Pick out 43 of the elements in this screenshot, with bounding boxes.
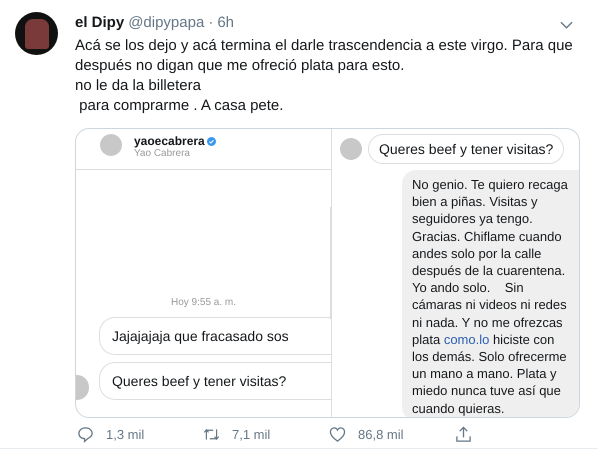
verified-badge-icon	[206, 136, 216, 146]
tweet-text: no le da la billetera	[75, 76, 202, 96]
message-bubble: Queres beef y tener visitas?	[368, 134, 564, 164]
message-text: andes solo por la calle	[412, 244, 542, 262]
message-text: No genio. Te quiero recaga	[412, 176, 569, 194]
message-text: miedo nunca tuve así que	[412, 382, 562, 400]
timestamp: Hoy 9:55 a. m.	[170, 297, 238, 308]
message-bubble: Queres beef y tener visitas?	[99, 362, 331, 400]
avatar	[76, 375, 89, 400]
tweet-time[interactable]: 6h	[217, 14, 234, 31]
avatar[interactable]	[15, 12, 58, 55]
action-count: 1,3 mil	[106, 427, 144, 442]
message-text: Yo ando solo. Sin	[412, 279, 525, 296]
message-text: ni nada. Y no me ofrezcas	[412, 314, 564, 331]
message-text: después de la cuarentena.	[412, 262, 566, 280]
message-text: cuando quieras.	[412, 400, 506, 417]
message-text: Gracias. Chiflame cuando	[412, 228, 563, 245]
full-name: Yao Cabrera	[134, 148, 191, 159]
avatar	[100, 134, 122, 156]
retweet-icon[interactable]	[203, 426, 220, 443]
speech-bubble-icon[interactable]	[77, 426, 94, 443]
heart-icon[interactable]	[329, 426, 346, 443]
message-text: los demás. Solo ofrecerme	[412, 348, 568, 366]
message-text: seguidores ya tengo.	[412, 210, 534, 228]
avatar	[340, 138, 362, 160]
tweet-text: para comprarme . A casa pete.	[78, 96, 284, 116]
message-text: bien a piñas. Visitas y	[412, 193, 538, 210]
user-name[interactable]: el Dipy	[75, 14, 124, 31]
message-text: cámaras ni videos ni redes	[412, 296, 568, 314]
chevron-down-icon[interactable]	[560, 21, 573, 29]
message-bubble: Jajajajaja que fracasado sos	[99, 317, 331, 355]
tweet-text: Acá se los dejo y acá termina el darle trascendencia a este virgo. Para que después no digan que me ofreció plata para esto.	[75, 36, 574, 76]
link[interactable]: como.lo	[444, 332, 490, 347]
action-count: 7,1 mil	[232, 427, 270, 442]
action-count: 86,8 mil	[358, 427, 404, 442]
user-handle[interactable]: @dipypapa	[128, 14, 204, 31]
media-frame[interactable]	[75, 128, 580, 418]
message-text: un mano a mano. Plata y	[412, 365, 558, 382]
share-icon[interactable]	[455, 426, 472, 443]
photo-placeholder	[24, 18, 48, 48]
message-text: plata como.lo hiciste con	[412, 330, 556, 348]
separator: ·	[208, 14, 214, 31]
username: yaoecabrera	[134, 134, 205, 148]
